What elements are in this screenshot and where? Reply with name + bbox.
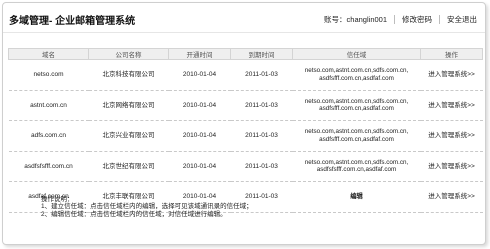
column-header-domain: 域名 (8, 48, 89, 60)
instructions-line: 2、编辑信任域：点击信任域栏内的信任域，对信任域进行编辑。 (41, 210, 227, 218)
trusted-domains-cell[interactable]: netso.com,astnt.com.cn,sdfs.com.cn, asdf… (292, 59, 421, 91)
instructions: 操作说明： 1、建立信任域：点击信任域栏内的编辑，选择可见该域通讯录的信任域； … (41, 196, 253, 218)
company-cell: 北京兴业有限公司 (88, 120, 169, 152)
column-header-company: 公司名称 (88, 48, 169, 60)
end-date-cell: 2011-01-03 (230, 90, 293, 121)
divider (439, 15, 440, 24)
enter-admin-link[interactable]: 进入管理系统>> (428, 163, 475, 170)
page-header: 多域管理- 企业邮箱管理系统 账号：changlin001 修改密码 安全退出 (3, 3, 485, 33)
table-row: asdfsfsfff.com.cn 北京世纪有限公司 2010-01-04 20… (8, 151, 483, 182)
divider (394, 15, 395, 24)
main-window: 多域管理- 企业邮箱管理系统 账号：changlin001 修改密码 安全退出 … (2, 2, 486, 245)
domain-cell: netso.com (8, 59, 89, 91)
start-date-cell: 2010-01-04 (168, 120, 231, 152)
start-date-cell: 2010-01-04 (168, 90, 231, 121)
enter-admin-link[interactable]: 进入管理系统>> (428, 132, 475, 139)
start-date-cell: 2010-01-04 (168, 59, 231, 91)
table-row: netso.com 北京科技有限公司 2010-01-04 2011-01-03… (8, 59, 483, 91)
logout-link[interactable]: 安全退出 (447, 14, 477, 25)
trusted-domains-line[interactable]: asdfsfsfff.com.cn,asdfaf.com (295, 166, 419, 174)
edit-trusted-domains-link[interactable]: 编辑 (350, 193, 363, 200)
table-row: adfs.com.cn 北京兴业有限公司 2010-01-04 2011-01-… (8, 120, 483, 152)
company-cell: 北京网络有限公司 (88, 90, 169, 121)
company-cell: 北京科技有限公司 (88, 59, 169, 91)
trusted-domains-line[interactable]: netso.com,astnt.com.cn,sdfs.com.cn, (295, 98, 419, 106)
page-title: 多域管理- 企业邮箱管理系统 (9, 16, 136, 27)
change-password-link[interactable]: 修改密码 (402, 14, 432, 25)
end-date-cell: 2011-01-03 (230, 59, 293, 91)
enter-admin-link[interactable]: 进入管理系统>> (428, 71, 475, 78)
end-date-cell: 2011-01-03 (230, 120, 293, 152)
domain-cell: asdfsfsfff.com.cn (8, 151, 89, 182)
trusted-domains-line[interactable]: netso.com,astnt.com.cn,sdfs.com.cn, (295, 67, 419, 75)
trusted-domains-line[interactable]: netso.com,astnt.com.cn,sdfs.com.cn, (295, 159, 419, 167)
start-date-cell: 2010-01-04 (168, 151, 231, 182)
company-cell: 北京世纪有限公司 (88, 151, 169, 182)
domain-cell: adfs.com.cn (8, 120, 89, 152)
trusted-domains-line[interactable]: netso.com,astnt.com.cn,sdfs.com.cn, (295, 128, 419, 136)
trusted-domains-cell[interactable]: netso.com,astnt.com.cn,sdfs.com.cn, asdf… (292, 151, 421, 182)
trusted-domains-line[interactable]: asdfsfff.com.cn,asdfaf.com (295, 136, 419, 144)
column-header-action: 操作 (420, 48, 483, 60)
trusted-domains-line[interactable]: asdfsfff.com.cn,asdfaf.com (295, 105, 419, 113)
domain-cell: astnt.com.cn (8, 90, 89, 121)
table-row: astnt.com.cn 北京网络有限公司 2010-01-04 2011-01… (8, 90, 483, 121)
trusted-domains-line[interactable]: asdfsfff.com.cn,asdfaf.com (295, 75, 419, 83)
column-header-start-date: 开通时间 (168, 48, 231, 60)
instructions-line: 1、建立信任域：点击信任域栏内的编辑，选择可见该域通讯录的信任域； (41, 203, 253, 211)
table-header-row: 域名 公司名称 开通时间 到期时间 信任域 操作 (8, 48, 483, 60)
domain-table: 域名 公司名称 开通时间 到期时间 信任域 操作 netso.com 北京科技有… (8, 48, 483, 213)
end-date-cell: 2011-01-03 (230, 151, 293, 182)
enter-admin-link[interactable]: 进入管理系统>> (428, 102, 475, 109)
trusted-domains-cell[interactable]: netso.com,astnt.com.cn,sdfs.com.cn, asdf… (292, 90, 421, 121)
header-actions: 账号：changlin001 修改密码 安全退出 (324, 14, 477, 25)
column-header-end-date: 到期时间 (230, 48, 293, 60)
column-header-trusted-domains: 信任域 (292, 48, 421, 60)
enter-admin-link[interactable]: 进入管理系统>> (428, 193, 475, 200)
account-label: 账号：changlin001 (324, 15, 387, 24)
trusted-domains-cell[interactable]: netso.com,astnt.com.cn,sdfs.com.cn, asdf… (292, 120, 421, 152)
